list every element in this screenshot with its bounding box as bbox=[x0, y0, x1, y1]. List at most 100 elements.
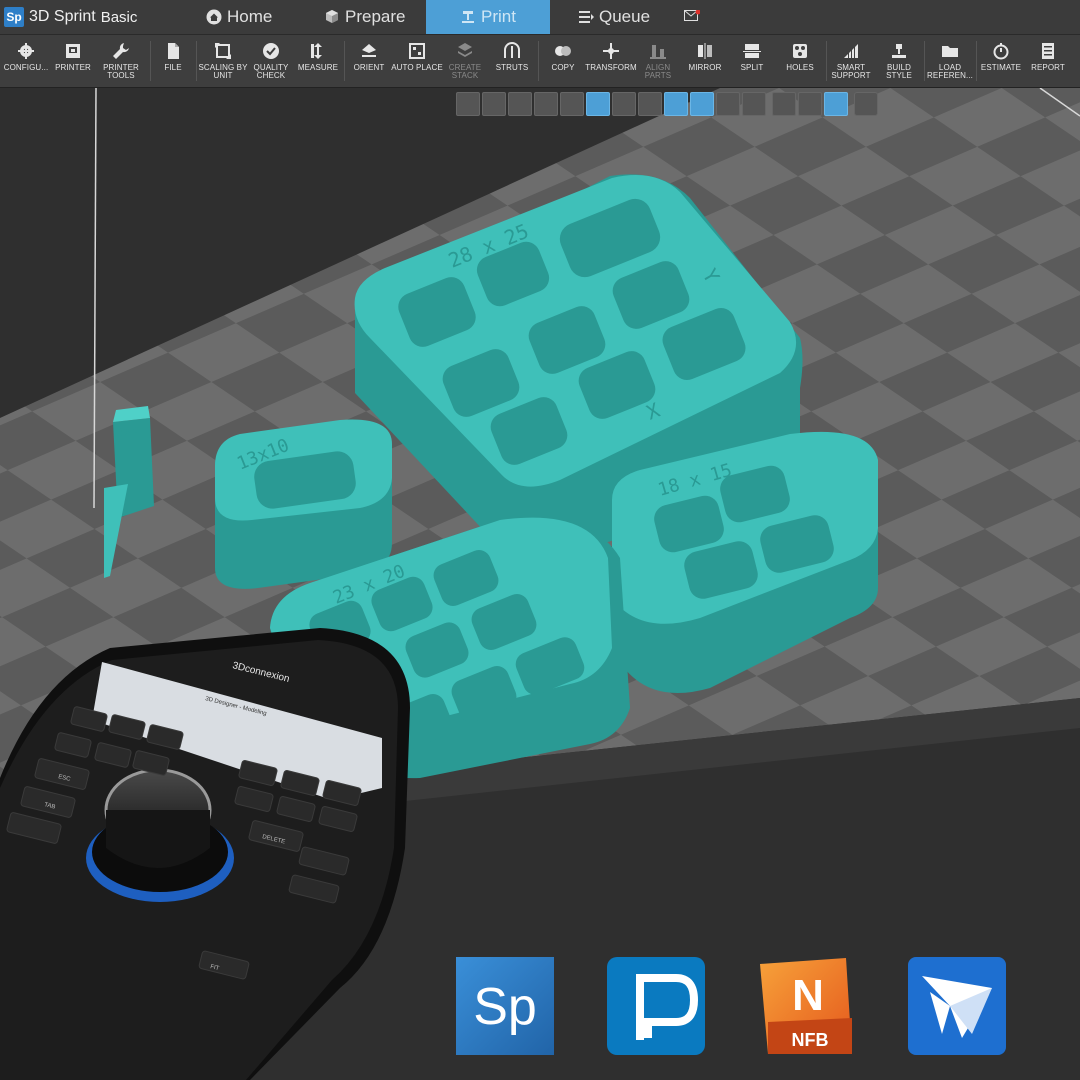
ribbon-separator bbox=[150, 41, 151, 81]
quality-check-button[interactable]: QUALITY CHECK bbox=[248, 35, 294, 87]
printer-icon bbox=[66, 44, 80, 58]
printer-tools-button[interactable]: PRINTER TOOLS bbox=[96, 35, 146, 87]
wireframe-view-icon[interactable] bbox=[586, 92, 610, 116]
check-circle-icon bbox=[263, 43, 279, 59]
tab-prepare[interactable]: Prepare bbox=[324, 0, 405, 34]
notification-mail-icon[interactable] bbox=[684, 10, 700, 22]
tab-queue[interactable]: Queue bbox=[578, 0, 650, 34]
struts-button[interactable]: STRUTS bbox=[490, 35, 534, 87]
check-view-icon[interactable] bbox=[742, 92, 766, 116]
tab-prepare-label: Prepare bbox=[345, 7, 406, 26]
sprint-app-label: Sp bbox=[473, 978, 537, 1036]
light-view-icon[interactable] bbox=[690, 92, 714, 116]
configure-button[interactable]: CONFIGU... bbox=[0, 35, 52, 87]
tab-home[interactable]: Home bbox=[206, 0, 272, 34]
zoom-tool-icon[interactable] bbox=[482, 92, 506, 116]
hatch-view-icon[interactable] bbox=[560, 92, 584, 116]
app-edition: Basic bbox=[100, 8, 138, 26]
create-stack-button[interactable]: CREATE STACK bbox=[444, 35, 486, 87]
smart-support-button[interactable]: SMART SUPPORT bbox=[828, 35, 874, 87]
cube-icon bbox=[326, 10, 338, 23]
layers-view-icon[interactable] bbox=[612, 92, 636, 116]
struts-label: STRUTS bbox=[495, 63, 529, 72]
split-label: SPLIT bbox=[740, 63, 764, 72]
print-head-icon bbox=[462, 11, 475, 23]
viewport-toolbar bbox=[456, 92, 878, 116]
stack-icon bbox=[458, 43, 472, 57]
measure-button[interactable]: MEASURE bbox=[296, 35, 340, 87]
queue-list-icon bbox=[579, 11, 594, 23]
arch-view-icon[interactable] bbox=[798, 92, 822, 116]
tab-print-label: Print bbox=[481, 7, 516, 26]
file-label: FILE bbox=[164, 63, 182, 72]
transform-button[interactable]: TRANSFORM bbox=[584, 35, 638, 87]
tab-queue-label: Queue bbox=[599, 7, 651, 26]
tab-print[interactable]: Print bbox=[426, 0, 550, 34]
help-icon[interactable] bbox=[854, 92, 878, 116]
auto-place-icon bbox=[409, 43, 425, 59]
3d-viewport[interactable]: 28 x 25 13x10 23 x 20 18 x 15 3x2 X Y 3D… bbox=[0, 88, 1080, 1080]
report-label: REPORT bbox=[1031, 63, 1065, 72]
top-nav-bar: Sp 3D Sprint Basic Home Prepare Print Qu… bbox=[0, 0, 1080, 35]
printer-button[interactable]: PRINTER bbox=[52, 35, 94, 87]
folder-icon bbox=[942, 46, 958, 57]
sprint-app-icon: Sp bbox=[456, 957, 554, 1055]
load-reference-label: LOAD REFEREN... bbox=[927, 63, 973, 80]
scaling-by-unit-label: SCALING BY UNIT bbox=[198, 63, 248, 80]
report-icon bbox=[1042, 43, 1054, 59]
ribbon-separator bbox=[196, 41, 197, 81]
file-icon bbox=[168, 43, 179, 59]
app-logo-icon: Sp bbox=[4, 7, 24, 27]
estimate-button[interactable]: ESTIMATE bbox=[978, 35, 1024, 87]
scaling-by-unit-button[interactable]: SCALING BY UNIT bbox=[198, 35, 248, 87]
ribbon-toolbar: CONFIGU... PRINTER PRINTER TOOLS FILE SC… bbox=[0, 35, 1080, 88]
app-window: Sp 3D Sprint Basic Home Prepare Print Qu… bbox=[0, 0, 1080, 1080]
build-style-button[interactable]: BUILD STYLE bbox=[876, 35, 922, 87]
prusaslicer-app-icon bbox=[607, 957, 705, 1055]
mirror-icon bbox=[698, 43, 712, 59]
solid-view-icon[interactable] bbox=[508, 92, 532, 116]
orient-icon bbox=[362, 44, 376, 57]
orient-label: ORIENT bbox=[353, 63, 385, 72]
align-parts-button[interactable]: ALIGN PARTS bbox=[638, 35, 678, 87]
ribbon-separator bbox=[826, 41, 827, 81]
struts-icon bbox=[504, 42, 520, 58]
holes-icon bbox=[793, 44, 807, 58]
holes-button[interactable]: HOLES bbox=[776, 35, 824, 87]
chart-view-icon[interactable] bbox=[772, 92, 796, 116]
paper-plane-app-icon bbox=[908, 957, 1006, 1055]
printer-tools-label: PRINTER TOOLS bbox=[103, 63, 139, 80]
orient-button[interactable]: ORIENT bbox=[348, 35, 390, 87]
support-icon bbox=[844, 44, 858, 58]
mirror-button[interactable]: MIRROR bbox=[682, 35, 728, 87]
copy-label: COPY bbox=[551, 63, 575, 72]
auto-place-button[interactable]: AUTO PLACE bbox=[390, 35, 444, 87]
auto-place-label: AUTO PLACE bbox=[391, 63, 443, 72]
grid-view-icon[interactable] bbox=[638, 92, 662, 116]
report-button[interactable]: REPORT bbox=[1026, 35, 1070, 87]
measure-label: MEASURE bbox=[297, 63, 339, 72]
create-stack-label: CREATE STACK bbox=[448, 63, 482, 80]
netfabb-app-letter: N bbox=[792, 971, 824, 1020]
copy-button[interactable]: COPY bbox=[542, 35, 584, 87]
split-button[interactable]: SPLIT bbox=[730, 35, 774, 87]
load-reference-button[interactable]: LOAD REFEREN... bbox=[926, 35, 974, 87]
netfabb-app-label: NFB bbox=[792, 1030, 829, 1050]
app-brand: Sp 3D Sprint Basic bbox=[4, 5, 137, 29]
rotate-view-icon[interactable] bbox=[664, 92, 688, 116]
quality-check-label: QUALITY CHECK bbox=[253, 63, 289, 80]
view-cube-tool-icon[interactable] bbox=[456, 92, 480, 116]
slice-view-icon[interactable] bbox=[716, 92, 740, 116]
ribbon-separator bbox=[538, 41, 539, 81]
copy-icon bbox=[555, 46, 571, 56]
ribbon-separator bbox=[924, 41, 925, 81]
configure-label: CONFIGU... bbox=[3, 63, 49, 72]
smart-support-label: SMART SUPPORT bbox=[831, 63, 871, 80]
shading-view-icon[interactable] bbox=[534, 92, 558, 116]
box-view-icon[interactable] bbox=[824, 92, 848, 116]
file-button[interactable]: FILE bbox=[154, 35, 192, 87]
part-13x10[interactable] bbox=[215, 419, 392, 589]
build-style-label: BUILD STYLE bbox=[886, 63, 912, 80]
scale-arrows-icon bbox=[215, 43, 231, 59]
align-parts-label: ALIGN PARTS bbox=[644, 63, 672, 80]
